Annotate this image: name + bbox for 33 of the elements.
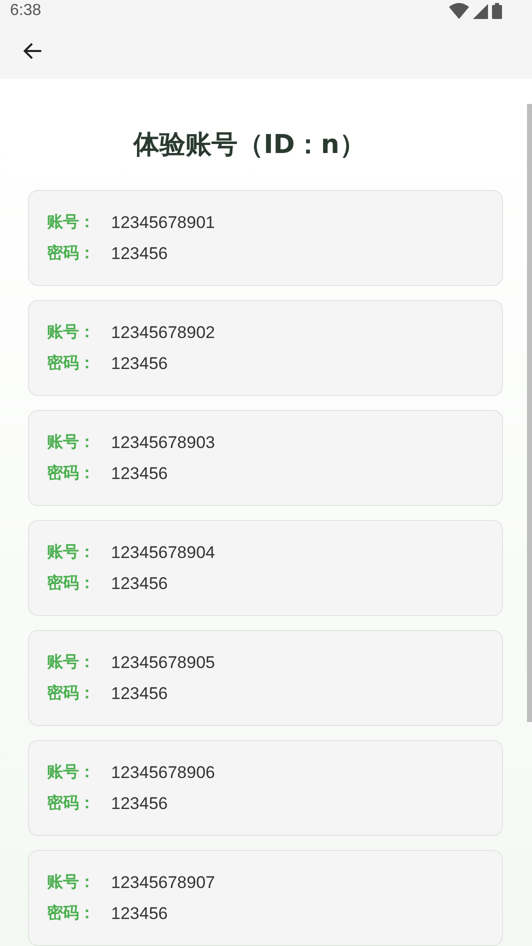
account-label: 账号： [47,872,95,893]
account-value: 12345678904 [111,542,216,562]
account-label: 账号： [47,542,95,563]
account-value: 12345678902 [111,322,216,342]
account-value: 12345678905 [111,652,216,672]
wifi-icon [449,3,469,20]
password-value: 123456 [111,244,168,264]
account-label: 账号： [47,762,95,783]
status-time: 6:38 [10,2,42,20]
password-label: 密码： [47,463,95,484]
account-value: 12345678907 [111,872,216,892]
password-label: 密码： [47,683,95,704]
password-label: 密码： [47,353,95,374]
account-label: 账号： [47,322,95,343]
password-value: 123456 [111,904,168,924]
page-title: 体验账号（ID：n） [134,129,366,162]
account-label: 账号： [47,212,95,233]
password-label: 密码： [47,243,95,264]
password-value: 123456 [111,354,168,374]
battery-icon [492,3,502,20]
password-label: 密码： [47,793,95,814]
password-value: 123456 [111,574,168,594]
account-value: 12345678906 [111,762,216,782]
signal-icon [473,4,488,19]
password-value: 123456 [111,684,168,704]
account-value: 12345678903 [111,432,216,452]
account-label: 账号： [47,432,95,453]
account-value: 12345678901 [111,212,216,232]
account-label: 账号： [47,652,95,673]
password-value: 123456 [111,464,168,484]
password-label: 密码： [47,903,95,924]
password-value: 123456 [111,794,168,814]
password-label: 密码： [47,573,95,594]
